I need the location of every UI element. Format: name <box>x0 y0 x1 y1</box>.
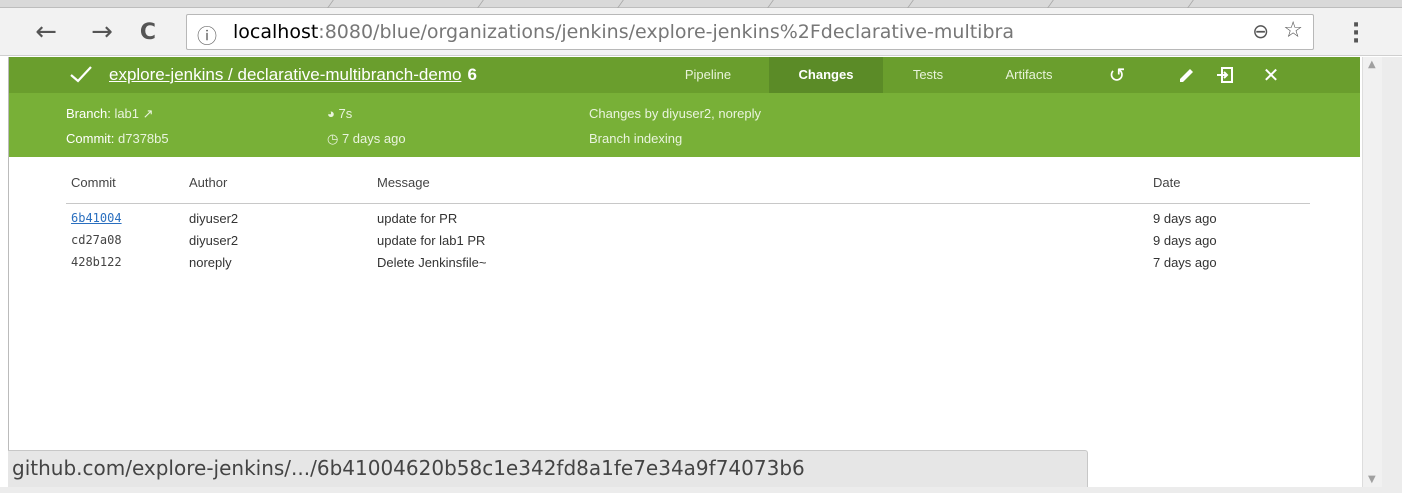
back-arrow-icon[interactable]: ← <box>32 17 60 47</box>
commit-id[interactable]: 428b122 <box>71 255 122 269</box>
tab-strip <box>0 0 1402 8</box>
branch-meta: Branch: lab1 ↗ <box>66 106 154 122</box>
run-top-bar: explore-jenkins / declarative-multibranc… <box>9 57 1360 93</box>
duration-meta: ◕ 7s <box>327 106 352 121</box>
started-value: 7 days ago <box>341 131 406 146</box>
date-cell: 9 days ago <box>1153 233 1217 248</box>
commit-value: d7378b5 <box>118 131 169 146</box>
author-cell: diyuser2 <box>189 233 239 248</box>
window-bottom-edge <box>0 487 1402 493</box>
tab-edge <box>1047 0 1054 8</box>
success-check-icon <box>70 66 92 83</box>
scroll-up-icon[interactable]: ▲ <box>1368 59 1376 70</box>
header-author: Author <box>189 175 228 190</box>
tab-edge <box>327 0 334 8</box>
changes-by: Changes by diyuser2, noreply <box>589 106 761 121</box>
commit-link[interactable]: 6b41004 <box>71 211 122 225</box>
tab-edge <box>477 0 484 8</box>
close-icon[interactable]: ✕ <box>1259 65 1283 85</box>
tab-edge <box>907 0 914 8</box>
browser-menu-icon[interactable]: · · · <box>1346 15 1366 53</box>
run-number: 6 <box>467 65 477 84</box>
header-divider <box>66 203 1310 204</box>
site-info-icon[interactable]: ⓘ <box>197 20 217 49</box>
table-row: 428b122 noreply Delete Jenkinsfile~ 7 da… <box>66 255 1310 277</box>
go-to-classic-icon[interactable] <box>1213 65 1237 88</box>
tab-edge <box>767 0 774 8</box>
author-cell: diyuser2 <box>189 211 239 226</box>
tab-artifacts[interactable]: Artifacts <box>991 57 1067 93</box>
address-url[interactable]: localhost:8080/blue/organizations/jenkin… <box>233 21 1014 43</box>
commit-id[interactable]: cd27a08 <box>71 233 122 247</box>
date-cell: 7 days ago <box>1153 255 1217 270</box>
pipeline-link[interactable]: explore-jenkins / declarative-multibranc… <box>109 65 461 84</box>
message-cell: Delete Jenkinsfile~ <box>377 255 487 270</box>
run-cause: Branch indexing <box>589 131 683 146</box>
run-title: explore-jenkins / declarative-multibranc… <box>109 65 477 85</box>
header-date: Date <box>1153 175 1181 190</box>
address-bar[interactable]: ⓘ localhost:8080/blue/organizations/jenk… <box>186 14 1314 50</box>
clock-icon: ◷ <box>327 131 339 146</box>
duration-value: 7s <box>338 106 353 121</box>
date-cell: 9 days ago <box>1153 211 1217 226</box>
duration-icon: ◕ <box>327 106 335 121</box>
vertical-scrollbar[interactable]: ▲ ▼ <box>1362 57 1382 487</box>
rerun-icon[interactable]: ↺ <box>1105 65 1129 85</box>
author-cell: noreply <box>189 255 232 270</box>
tab-edge <box>617 0 624 8</box>
table-row: cd27a08 diyuser2 update for lab1 PR 9 da… <box>66 233 1310 255</box>
header-commit: Commit <box>71 175 116 190</box>
page-viewport: explore-jenkins / declarative-multibranc… <box>8 57 1360 487</box>
tab-changes[interactable]: Changes <box>769 57 883 93</box>
tab-pipeline[interactable]: Pipeline <box>671 57 745 93</box>
header-message: Message <box>377 175 430 190</box>
message-cell: update for PR <box>377 211 458 226</box>
window-right-edge <box>1382 57 1402 493</box>
reload-icon[interactable]: C <box>134 18 162 46</box>
started-meta: ◷ 7 days ago <box>327 131 406 147</box>
browser-toolbar: ← → C ⓘ localhost:8080/blue/organization… <box>0 8 1402 56</box>
url-path: :8080/blue/organizations/jenkins/explore… <box>318 21 1014 43</box>
url-host: localhost <box>233 21 319 43</box>
zoom-icon[interactable]: ⊖ <box>1252 19 1269 43</box>
commit-label: Commit: <box>66 131 115 146</box>
branch-label: Branch: <box>66 106 111 121</box>
edit-pencil-icon[interactable] <box>1175 65 1199 88</box>
tab-edge <box>1187 0 1194 8</box>
scroll-down-icon[interactable]: ▼ <box>1368 474 1376 485</box>
commit-meta: Commit: d7378b5 <box>66 131 169 146</box>
message-cell: update for lab1 PR <box>377 233 486 248</box>
tab-tests[interactable]: Tests <box>901 57 955 93</box>
table-row: 6b41004 diyuser2 update for PR 9 days ag… <box>66 211 1310 233</box>
forward-arrow-icon[interactable]: → <box>88 17 116 47</box>
link-status-bubble: github.com/explore-jenkins/.../6b4100462… <box>8 450 1088 487</box>
run-header: explore-jenkins / declarative-multibranc… <box>9 57 1360 157</box>
bookmark-star-icon[interactable]: ☆ <box>1283 18 1303 43</box>
branch-value[interactable]: lab1 <box>114 106 139 121</box>
external-link-icon[interactable]: ↗ <box>143 106 154 121</box>
